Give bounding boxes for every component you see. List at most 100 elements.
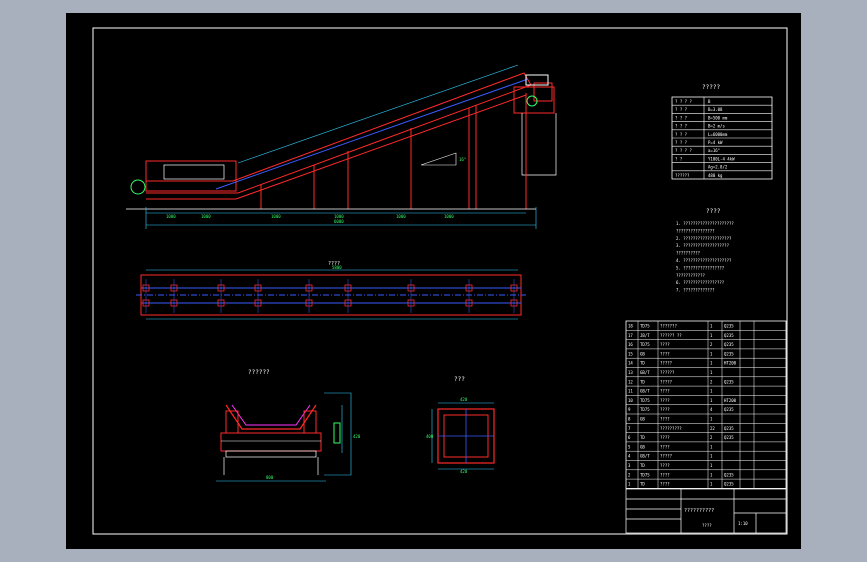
bom-cell: 3 [628, 463, 631, 468]
bom-cell: TD75 [640, 342, 650, 347]
tech-req-line: 2. ???????????????????? [676, 236, 732, 241]
tech-param-value: a=16° [708, 148, 720, 153]
idler-return-roll [225, 450, 317, 458]
tech-req-line: 3. ??????????????????? [676, 243, 730, 248]
bom-cell: Q235 [724, 435, 734, 440]
bom-cell: ????????? [660, 426, 682, 431]
bom-cell: 1 [710, 398, 713, 403]
bom-cell: Q235 [724, 472, 734, 477]
segment-dim-label: 1000 [166, 214, 176, 219]
bom-cell: Q235 [724, 482, 734, 487]
tech-req-line: 7. ????????????? [676, 288, 715, 293]
elevation-view [126, 64, 557, 229]
bom-cell: GB [640, 351, 645, 356]
incline-label: 16° [459, 157, 466, 162]
tech-param-value: 480 kg [708, 173, 723, 178]
bom-cell: TD75 [640, 407, 650, 412]
idler-width-label: 800 [266, 475, 274, 480]
tech-param-label: ? ? ? [675, 107, 688, 112]
bom-cell: 10 [628, 398, 633, 403]
bom-cell: GB [640, 417, 645, 422]
tech-param-value: P=4 kW [708, 140, 723, 145]
idler-base [220, 432, 322, 452]
bom-cell: GB/T [640, 389, 650, 394]
bom-cell: GB/T [640, 454, 650, 459]
bom-cell: 1 [710, 444, 713, 449]
bom-cell: ???? [660, 444, 670, 449]
bom-cell: GB/T [640, 370, 650, 375]
bom-cell: 7 [628, 426, 631, 431]
bom-cell: GB [640, 444, 645, 449]
bom-cell: JB/T [640, 333, 650, 338]
idler-view [216, 392, 352, 482]
segment-dim-label: 1000 [396, 214, 406, 219]
tech-req-line: 5. ????????????????? [676, 265, 725, 270]
bom-cell: 2 [710, 379, 713, 384]
tech-req-title: ???? [706, 208, 721, 215]
support-legs [260, 93, 527, 209]
plan-length-label: 5800 [332, 265, 342, 270]
drawing-canvas[interactable]: 6000 16° 1000 1000 1000 1000 1000 1000 ???? 5… [66, 13, 801, 549]
idler-height-label: 420 [353, 434, 361, 439]
bom-cell: 6 [628, 435, 631, 440]
belt-top-line [146, 72, 532, 194]
bom-cell: 11 [628, 389, 633, 394]
plan-view [136, 269, 526, 320]
drawing-title: ?????????? [684, 508, 714, 514]
overall-length-label: 6000 [334, 219, 344, 224]
segment-dim-label: 1000 [444, 214, 454, 219]
bom-cell: 1 [710, 361, 713, 366]
bom-cell: 5 [628, 444, 631, 449]
bom-cell: 9 [628, 407, 631, 412]
segment-dim-label: 1000 [271, 214, 281, 219]
bom-cell: ???? [660, 463, 670, 468]
bom-cell: 2 [710, 342, 713, 347]
head-support [521, 113, 557, 176]
bom-cell: ?????? ?? [660, 333, 682, 338]
bom-cell: TD [640, 379, 645, 384]
tech-param-value: Ag=2.8/2 [708, 165, 728, 170]
bom-cell: 17 [628, 333, 633, 338]
tech-req-line: ?????????? [676, 251, 701, 256]
angle-marker [420, 152, 457, 166]
bom-cell: 1 [710, 389, 713, 394]
bom-cell: Q235 [724, 342, 734, 347]
idler-height-dim [324, 392, 352, 476]
bom-cell: ???? [660, 398, 670, 403]
bom-cell: 1 [710, 417, 713, 422]
tech-req-line: 1. ????????????????????? [676, 221, 734, 226]
bom-cell: 1 [628, 482, 631, 487]
segment-labels: 1000 1000 1000 1000 1000 1000 [166, 214, 454, 219]
section-width-label: 420 [460, 397, 468, 402]
tech-param-value: B=500 mm [708, 115, 728, 120]
belt-center-line [215, 78, 529, 190]
bom-cell: ????? [660, 379, 673, 384]
bom-cell: ???? [660, 407, 670, 412]
tech-param-label: ? ? ? ? [675, 99, 692, 104]
company-name: ???? [702, 523, 712, 528]
idler-sidebar [333, 422, 341, 444]
bom-cell: 1 [710, 482, 713, 487]
bom-cell: Q235 [724, 426, 734, 431]
bom-cell: 1 [710, 324, 713, 329]
tech-param-label: ?????? [675, 173, 690, 178]
bom-cell: 2 [710, 435, 713, 440]
scale-note: 1:10 [738, 521, 748, 526]
tech-param-label: ? ? ? [675, 124, 688, 129]
bom-cell: TD [640, 482, 645, 487]
bom-cell: 1 [710, 463, 713, 468]
tail-hopper [163, 164, 225, 180]
bom-cell: TD [640, 463, 645, 468]
bom-cell: 16 [628, 342, 633, 347]
bom-cell: 12 [628, 379, 633, 384]
tech-params-title: ????? [702, 84, 720, 91]
idler-view-title: ?????? [248, 369, 270, 376]
bom-cell: Q235 [724, 324, 734, 329]
bom-cell: Q235 [724, 407, 734, 412]
tech-req-line: 4. ???????????????????? [676, 258, 732, 263]
tech-param-label: ? ? ? [675, 115, 688, 120]
section-view-title: ??? [454, 376, 465, 383]
tech-req-block: 1. ????????????????????? ???????????????… [676, 221, 734, 293]
bom-cell: 1 [710, 333, 713, 338]
bom-cell: ?????? [660, 370, 675, 375]
